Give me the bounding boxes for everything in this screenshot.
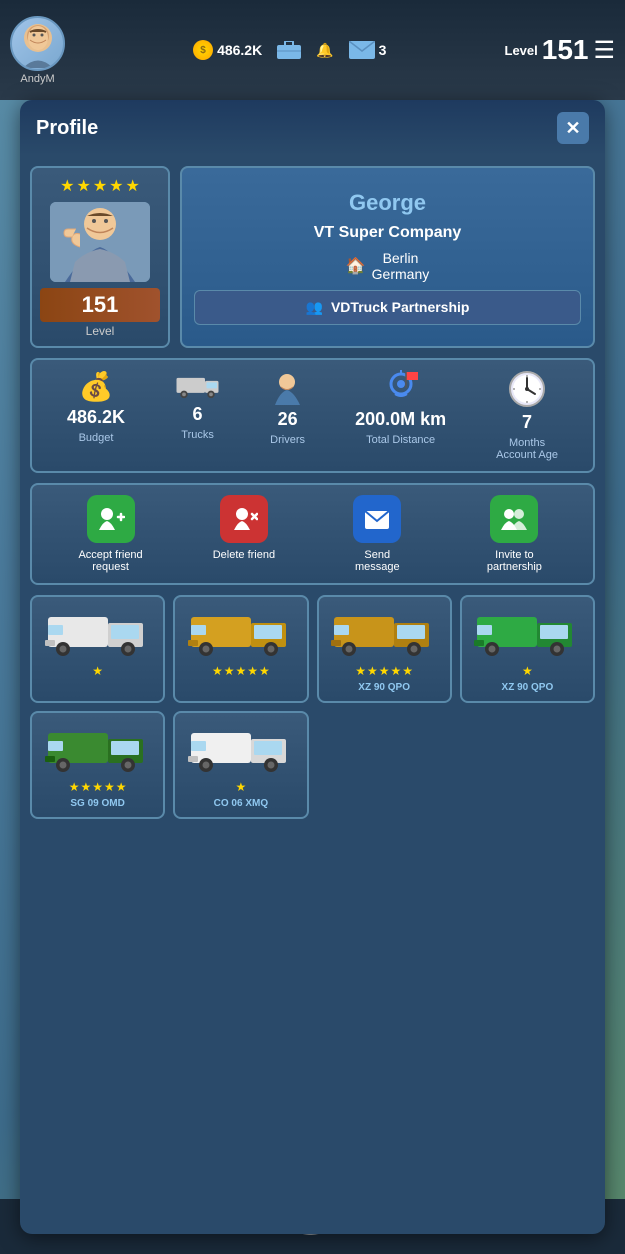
- coin-icon: $: [193, 40, 213, 60]
- truck-plate-6: CO 06 XMQ: [214, 798, 268, 809]
- player-location: 🏠 Berlin Germany: [346, 250, 430, 282]
- truck-stars-5: ★ ★ ★ ★ ★: [69, 780, 127, 794]
- profile-section: ★ ★ ★ ★ ★: [30, 166, 595, 348]
- player-avatar: [10, 16, 65, 71]
- account-age-label: Months Account Age: [496, 437, 558, 461]
- player-level-value: 151: [40, 288, 160, 322]
- username-label: AndyM: [20, 73, 54, 85]
- accept-friend-label: Accept friend request: [76, 549, 146, 573]
- truck-card-5[interactable]: ★ ★ ★ ★ ★ SG 09 OMD: [30, 711, 165, 819]
- player-level-label: Level: [86, 324, 115, 338]
- level-value: 151: [542, 34, 589, 66]
- send-message-btn[interactable]: Send message: [342, 495, 412, 573]
- bell-stat[interactable]: 🔔: [316, 42, 333, 59]
- truck-card-2[interactable]: ★ ★ ★ ★ ★: [173, 595, 308, 703]
- accept-friend-btn[interactable]: Accept friend request: [76, 495, 146, 573]
- truck-card-3[interactable]: ★ ★ ★ ★ ★ XZ 90 QPO: [317, 595, 452, 703]
- accept-friend-icon: [87, 495, 135, 543]
- stat-trucks: 6 Trucks: [175, 370, 220, 461]
- distance-icon: [381, 370, 421, 405]
- partnership-name: VDTruck Partnership: [331, 299, 470, 315]
- trucks-label: Trucks: [181, 429, 214, 441]
- hamburger-menu[interactable]: ☰: [593, 36, 615, 65]
- player-stars: ★ ★ ★ ★ ★: [60, 176, 140, 196]
- budget-label: Budget: [79, 432, 114, 444]
- drivers-value: 26: [278, 409, 298, 430]
- mail-count: 3: [379, 42, 387, 58]
- player-avatar-container[interactable]: AndyM: [10, 16, 65, 85]
- stat-account-age: 7 Months Account Age: [496, 370, 558, 461]
- truck-image-1: [40, 605, 155, 660]
- truck-image-2: [183, 605, 298, 660]
- distance-label: Total Distance: [366, 434, 435, 446]
- drivers-label: Drivers: [270, 434, 305, 446]
- stats-bar: 💰 486.2K Budget 6 Trucks: [30, 358, 595, 473]
- truck-image-3: [327, 605, 442, 660]
- top-bar: AndyM $ 486.2K 🔔 3 Level 151 ☰: [0, 0, 625, 100]
- player-city: Berlin: [372, 250, 430, 266]
- send-message-label: Send message: [342, 549, 412, 573]
- briefcase-icon: [277, 41, 301, 59]
- level-stat: Level 151: [505, 34, 589, 66]
- profile-modal: Profile ✕ ★ ★ ★ ★ ★: [20, 100, 605, 1234]
- briefcase-stat[interactable]: [277, 41, 301, 59]
- account-age-icon: [508, 370, 546, 408]
- truck-stars-6: ★: [235, 780, 246, 794]
- topbar-stats: $ 486.2K 🔔 3: [75, 40, 505, 60]
- stat-budget: 💰 486.2K Budget: [67, 370, 125, 461]
- player-info: George VT Super Company 🏠 Berlin Germany…: [180, 166, 595, 348]
- delete-friend-icon: [220, 495, 268, 543]
- player-name: George: [349, 190, 426, 216]
- partnership-icon: 👥: [306, 299, 323, 316]
- truck-plate-5: SG 09 OMD: [70, 798, 124, 809]
- trucks-icon: [175, 370, 220, 400]
- truck-image-4: [470, 605, 585, 660]
- truck-plate-4: XZ 90 QPO: [502, 682, 554, 693]
- balance-stat: $ 486.2K: [193, 40, 262, 60]
- player-country: Germany: [372, 266, 430, 282]
- player-avatar-large: [50, 202, 150, 282]
- balance-value: 486.2K: [217, 42, 262, 58]
- truck-image-5: [40, 721, 155, 776]
- bell-icon: 🔔: [316, 42, 333, 59]
- truck-card-1[interactable]: ★: [30, 595, 165, 703]
- company-name: VT Super Company: [314, 224, 462, 242]
- close-button[interactable]: ✕: [557, 112, 589, 144]
- mail-stat[interactable]: 3: [349, 41, 387, 59]
- stat-drivers: 26 Drivers: [270, 370, 305, 461]
- delete-friend-btn[interactable]: Delete friend: [213, 495, 275, 573]
- invite-partnership-label: Invite to partnership: [479, 549, 549, 573]
- trucks-value: 6: [193, 404, 203, 425]
- stat-distance: 200.0M km Total Distance: [355, 370, 446, 461]
- truck-image-6: [183, 721, 298, 776]
- budget-value: 486.2K: [67, 407, 125, 428]
- modal-title: Profile: [36, 117, 98, 140]
- player-card: ★ ★ ★ ★ ★: [30, 166, 170, 348]
- drivers-icon: [270, 370, 305, 405]
- truck-stars-4: ★: [522, 664, 533, 678]
- mail-icon: [349, 41, 375, 59]
- account-age-value: 7: [522, 412, 532, 433]
- partnership-badge: 👥 VDTruck Partnership: [194, 290, 581, 325]
- modal-body: ★ ★ ★ ★ ★: [20, 156, 605, 829]
- truck-stars-3: ★ ★ ★ ★ ★: [355, 664, 413, 678]
- invite-partnership-icon: [490, 495, 538, 543]
- invite-partnership-btn[interactable]: Invite to partnership: [479, 495, 549, 573]
- truck-card-6[interactable]: ★ CO 06 XMQ: [173, 711, 308, 819]
- home-icon: 🏠: [346, 256, 366, 276]
- action-buttons: Accept friend request Delete friend: [30, 483, 595, 585]
- truck-card-4[interactable]: ★ XZ 90 QPO: [460, 595, 595, 703]
- delete-friend-label: Delete friend: [213, 549, 275, 561]
- send-message-icon: [353, 495, 401, 543]
- modal-header: Profile ✕: [20, 100, 605, 156]
- distance-value: 200.0M km: [355, 409, 446, 430]
- truck-stars-2: ★ ★ ★ ★ ★: [212, 664, 270, 678]
- budget-icon: 💰: [79, 370, 114, 403]
- truck-grid: ★: [30, 595, 595, 819]
- level-label: Level: [505, 43, 538, 58]
- truck-plate-3: XZ 90 QPO: [358, 682, 410, 693]
- truck-stars-1: ★: [92, 664, 103, 678]
